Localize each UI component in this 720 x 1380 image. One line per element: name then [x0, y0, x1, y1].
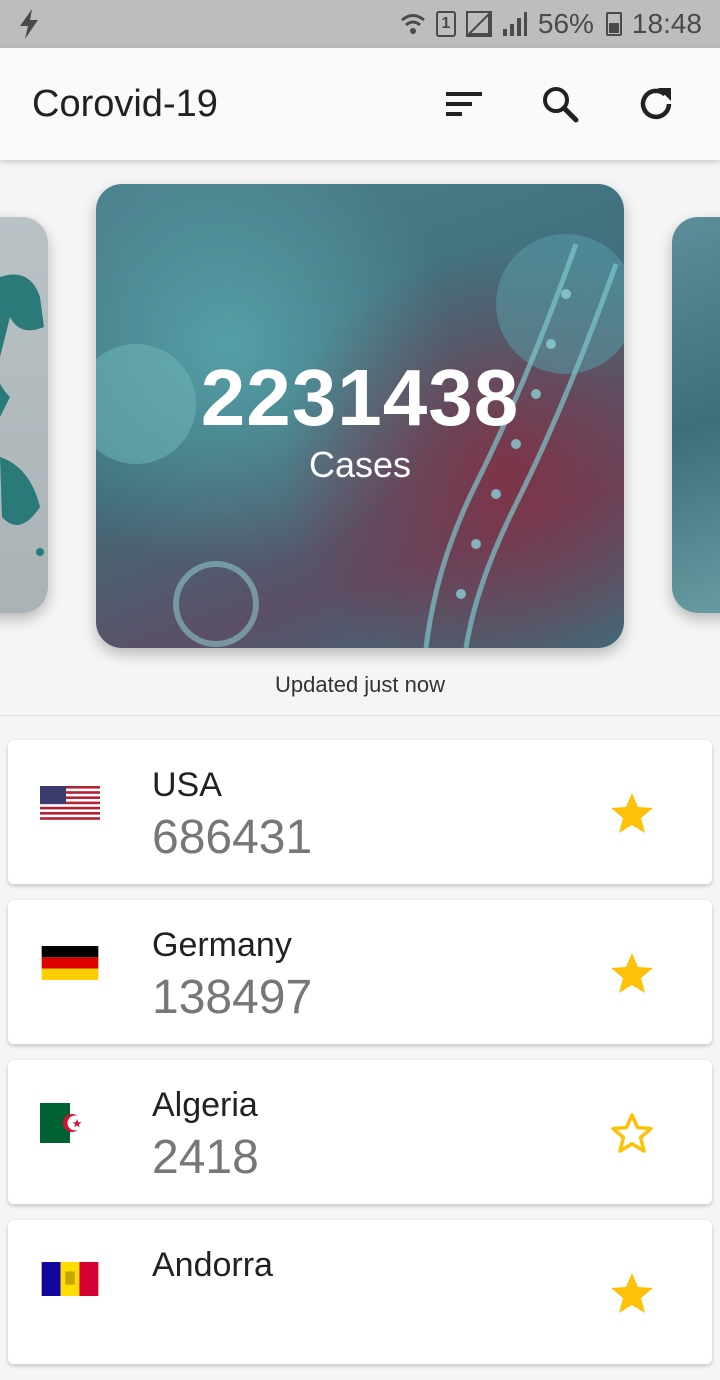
country-name: Germany [152, 926, 292, 964]
germany-flag [41, 946, 99, 980]
signal-icon [502, 12, 527, 36]
divider [0, 715, 720, 716]
search-button[interactable] [528, 72, 592, 136]
battery-icon [604, 12, 622, 36]
app-title: Corovid-19 [32, 82, 218, 125]
sort-icon [446, 92, 482, 116]
total-cases-value: 2231438 [200, 353, 520, 442]
refresh-icon [640, 88, 672, 120]
list-item[interactable]: USA 686431 [8, 740, 712, 884]
updated-status: Updated just now [275, 672, 445, 697]
star-filled-icon[interactable] [608, 950, 656, 998]
country-name: USA [152, 766, 222, 804]
world-map-image [0, 274, 44, 556]
search-icon [543, 87, 579, 123]
list-item[interactable]: Andorra [8, 1220, 712, 1364]
carousel-card-next[interactable] [672, 217, 720, 613]
andorra-flag [41, 1262, 99, 1296]
app-bar: Corovid-19 [0, 48, 720, 160]
battery-percent: 56% [537, 8, 594, 39]
carousel-card-previous[interactable] [0, 217, 48, 613]
star-filled-icon[interactable] [608, 790, 656, 838]
country-list: USA 686431 Germany 138497 Algeria 2418 A… [8, 740, 712, 1380]
country-cases: 138497 [152, 971, 313, 1024]
total-cases-label: Cases [308, 444, 412, 485]
refresh-button[interactable] [624, 72, 688, 136]
sim-badge: 1 [435, 11, 456, 37]
star-filled-icon[interactable] [608, 1270, 656, 1318]
country-cases: 2418 [152, 1131, 259, 1184]
wifi-icon [400, 14, 425, 34]
cases-card[interactable]: 2231438 Cases [96, 184, 624, 648]
list-item[interactable]: Germany 138497 [8, 900, 712, 1044]
country-cases: 686431 [152, 811, 313, 864]
country-name: Andorra [152, 1246, 273, 1284]
star-outline-icon[interactable] [608, 1110, 656, 1158]
status-bar: 1 56% 18:48 [0, 0, 720, 48]
algeria-flag [40, 1103, 100, 1143]
signal-empty-icon [465, 11, 492, 37]
list-item[interactable]: Algeria 2418 [8, 1060, 712, 1204]
country-name: Algeria [152, 1086, 258, 1124]
stats-carousel[interactable]: 2231438 Cases Updated just now [0, 160, 720, 716]
clock: 18:48 [631, 8, 702, 39]
usa-flag [40, 786, 100, 820]
sort-button[interactable] [432, 72, 496, 136]
flash-icon [20, 9, 38, 39]
